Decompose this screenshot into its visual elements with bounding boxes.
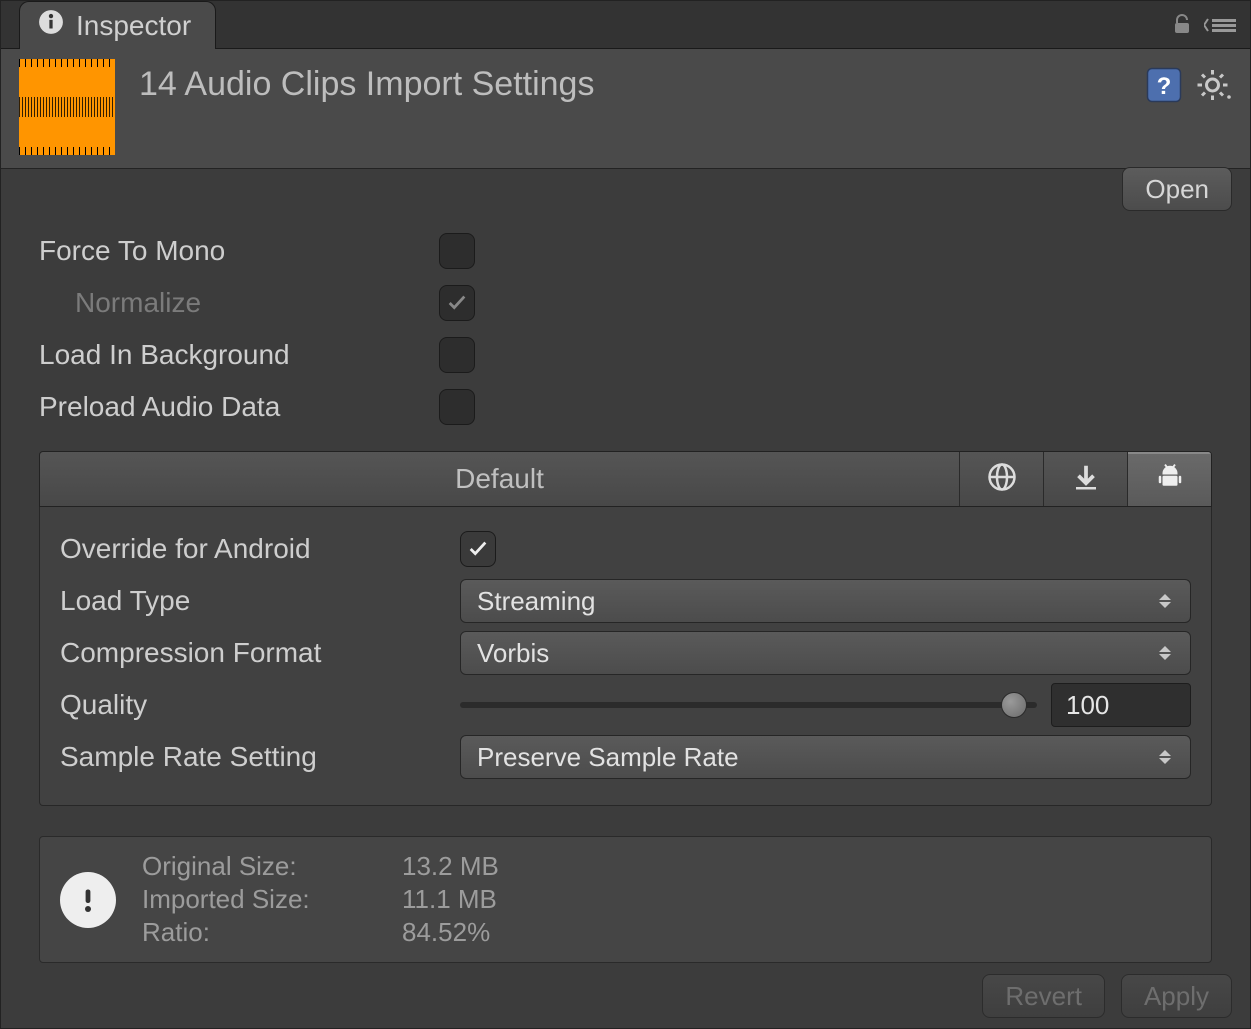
quality-label: Quality: [60, 689, 460, 721]
compression-value: Vorbis: [477, 638, 549, 669]
caret-icon: [1156, 745, 1174, 769]
row-normalize: Normalize: [39, 277, 1212, 329]
quality-value: 100: [1066, 690, 1109, 721]
platform-tab-default[interactable]: Default: [40, 452, 959, 506]
asset-thumbnail: [19, 59, 115, 155]
load-type-dropdown[interactable]: Streaming: [460, 579, 1191, 623]
page-title: 14 Audio Clips Import Settings: [139, 59, 1146, 104]
override-label: Override for Android: [60, 533, 460, 565]
quality-input[interactable]: 100: [1051, 683, 1191, 727]
imported-size-label: Imported Size:: [142, 884, 402, 915]
size-info-box: Original Size: 13.2 MB Imported Size: 11…: [39, 836, 1212, 963]
platform-tab-android[interactable]: [1127, 452, 1211, 506]
preload-audio-label: Preload Audio Data: [39, 391, 439, 423]
platform-tab-standalone[interactable]: [1043, 452, 1127, 506]
lock-icon[interactable]: [1170, 13, 1194, 37]
imported-size-value: 11.1 MB: [402, 884, 602, 915]
preload-audio-checkbox[interactable]: [439, 389, 475, 425]
ratio-label: Ratio:: [142, 917, 402, 948]
help-icon[interactable]: ?: [1146, 67, 1182, 108]
platform-settings-panel: Override for Android Load Type Streaming…: [39, 507, 1212, 806]
load-in-background-label: Load In Background: [39, 339, 439, 371]
globe-icon: [987, 462, 1017, 497]
row-preload-audio: Preload Audio Data: [39, 381, 1212, 433]
apply-button[interactable]: Apply: [1121, 974, 1232, 1018]
gear-icon[interactable]: [1196, 67, 1232, 108]
platform-tab-web[interactable]: [959, 452, 1043, 506]
row-load-type: Load Type Streaming: [60, 575, 1191, 627]
original-size-label: Original Size:: [142, 851, 402, 882]
compression-dropdown[interactable]: Vorbis: [460, 631, 1191, 675]
revert-button[interactable]: Revert: [982, 974, 1105, 1018]
row-load-in-background: Load In Background: [39, 329, 1212, 381]
normalize-label: Normalize: [39, 287, 439, 319]
compression-label: Compression Format: [60, 637, 460, 669]
row-compression: Compression Format Vorbis: [60, 627, 1191, 679]
android-icon: [1155, 462, 1185, 497]
normalize-checkbox: [439, 285, 475, 321]
info-icon: [38, 9, 64, 42]
sample-rate-label: Sample Rate Setting: [60, 741, 460, 773]
sample-rate-dropdown[interactable]: Preserve Sample Rate: [460, 735, 1191, 779]
platform-tabs: Default: [39, 451, 1212, 507]
quality-slider-thumb[interactable]: [1001, 692, 1027, 718]
tab-label: Inspector: [76, 10, 191, 42]
download-icon: [1071, 462, 1101, 497]
original-size-value: 13.2 MB: [402, 851, 602, 882]
row-quality: Quality 100: [60, 679, 1191, 731]
force-to-mono-label: Force To Mono: [39, 235, 439, 267]
caret-icon: [1156, 641, 1174, 665]
tabbar: Inspector: [1, 1, 1250, 49]
quality-slider[interactable]: [460, 702, 1037, 708]
caret-icon: [1156, 589, 1174, 613]
override-checkbox[interactable]: [460, 531, 496, 567]
svg-text:?: ?: [1157, 73, 1172, 100]
ratio-value: 84.52%: [402, 917, 602, 948]
header: 14 Audio Clips Import Settings ? Open: [1, 49, 1250, 169]
sample-rate-value: Preserve Sample Rate: [477, 742, 739, 773]
tab-menu-icon[interactable]: [1204, 17, 1236, 33]
load-type-label: Load Type: [60, 585, 460, 617]
load-in-background-checkbox[interactable]: [439, 337, 475, 373]
row-override: Override for Android: [60, 523, 1191, 575]
row-force-to-mono: Force To Mono: [39, 225, 1212, 277]
tab-inspector[interactable]: Inspector: [19, 1, 216, 49]
force-to-mono-checkbox[interactable]: [439, 233, 475, 269]
load-type-value: Streaming: [477, 586, 596, 617]
warning-icon: [60, 872, 116, 928]
open-button[interactable]: Open: [1122, 167, 1232, 211]
footer: Revert Apply: [982, 974, 1232, 1018]
row-sample-rate: Sample Rate Setting Preserve Sample Rate: [60, 731, 1191, 783]
